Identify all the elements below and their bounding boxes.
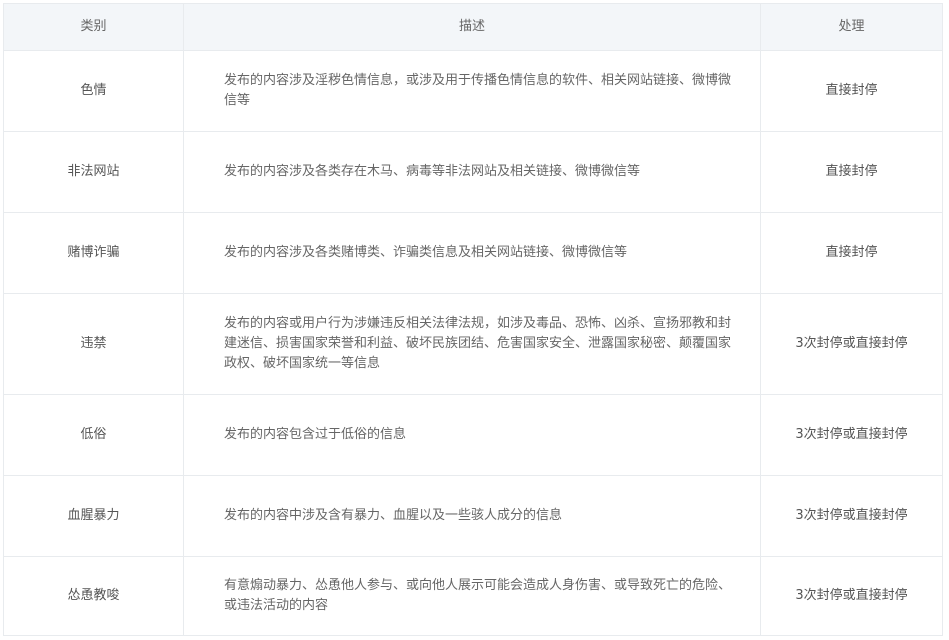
header-description: 描述 — [183, 3, 761, 51]
header-category: 类别 — [3, 3, 184, 51]
category-cell: 非法网站 — [3, 131, 184, 213]
description-cell: 发布的内容涉及淫秽色情信息，或涉及用于传播色情信息的软件、相关网站链接、微博微信… — [183, 50, 761, 132]
table-body: 色情 发布的内容涉及淫秽色情信息，或涉及用于传播色情信息的软件、相关网站链接、微… — [3, 50, 943, 636]
table-row: 赌博诈骗 发布的内容涉及各类赌博类、诈骗类信息及相关网站链接、微博微信等 直接封… — [3, 212, 943, 294]
action-cell: 直接封停 — [760, 212, 943, 294]
action-cell: 3次封停或直接封停 — [760, 556, 943, 636]
description-cell: 发布的内容涉及各类赌博类、诈骗类信息及相关网站链接、微博微信等 — [183, 212, 761, 294]
description-cell: 发布的内容或用户行为涉嫌违反相关法律法规，如涉及毒品、恐怖、凶杀、宣扬邪教和封建… — [183, 293, 761, 395]
violation-policy-table: 类别 描述 处理 色情 发布的内容涉及淫秽色情信息，或涉及用于传播色情信息的软件… — [3, 3, 943, 636]
category-cell: 赌博诈骗 — [3, 212, 184, 294]
description-cell: 发布的内容中涉及含有暴力、血腥以及一些骇人成分的信息 — [183, 475, 761, 557]
category-cell: 色情 — [3, 50, 184, 132]
table-row: 违禁 发布的内容或用户行为涉嫌违反相关法律法规，如涉及毒品、恐怖、凶杀、宣扬邪教… — [3, 293, 943, 395]
header-action: 处理 — [760, 3, 943, 51]
table-row: 血腥暴力 发布的内容中涉及含有暴力、血腥以及一些骇人成分的信息 3次封停或直接封… — [3, 475, 943, 557]
table-row: 怂恿教唆 有意煽动暴力、怂恿他人参与、或向他人展示可能会造成人身伤害、或导致死亡… — [3, 556, 943, 636]
table-row: 低俗 发布的内容包含过于低俗的信息 3次封停或直接封停 — [3, 394, 943, 476]
header-row: 类别 描述 处理 — [3, 3, 943, 51]
description-cell: 发布的内容包含过于低俗的信息 — [183, 394, 761, 476]
action-cell: 3次封停或直接封停 — [760, 394, 943, 476]
category-cell: 违禁 — [3, 293, 184, 395]
violation-policy-table-container: 类别 描述 处理 色情 发布的内容涉及淫秽色情信息，或涉及用于传播色情信息的软件… — [3, 3, 943, 636]
action-cell: 3次封停或直接封停 — [760, 475, 943, 557]
action-cell: 直接封停 — [760, 50, 943, 132]
category-cell: 怂恿教唆 — [3, 556, 184, 636]
action-cell: 3次封停或直接封停 — [760, 293, 943, 395]
category-cell: 低俗 — [3, 394, 184, 476]
description-cell: 发布的内容涉及各类存在木马、病毒等非法网站及相关链接、微博微信等 — [183, 131, 761, 213]
table-header: 类别 描述 处理 — [3, 3, 943, 51]
table-row: 色情 发布的内容涉及淫秽色情信息，或涉及用于传播色情信息的软件、相关网站链接、微… — [3, 50, 943, 132]
description-cell: 有意煽动暴力、怂恿他人参与、或向他人展示可能会造成人身伤害、或导致死亡的危险、或… — [183, 556, 761, 636]
table-row: 非法网站 发布的内容涉及各类存在木马、病毒等非法网站及相关链接、微博微信等 直接… — [3, 131, 943, 213]
action-cell: 直接封停 — [760, 131, 943, 213]
category-cell: 血腥暴力 — [3, 475, 184, 557]
